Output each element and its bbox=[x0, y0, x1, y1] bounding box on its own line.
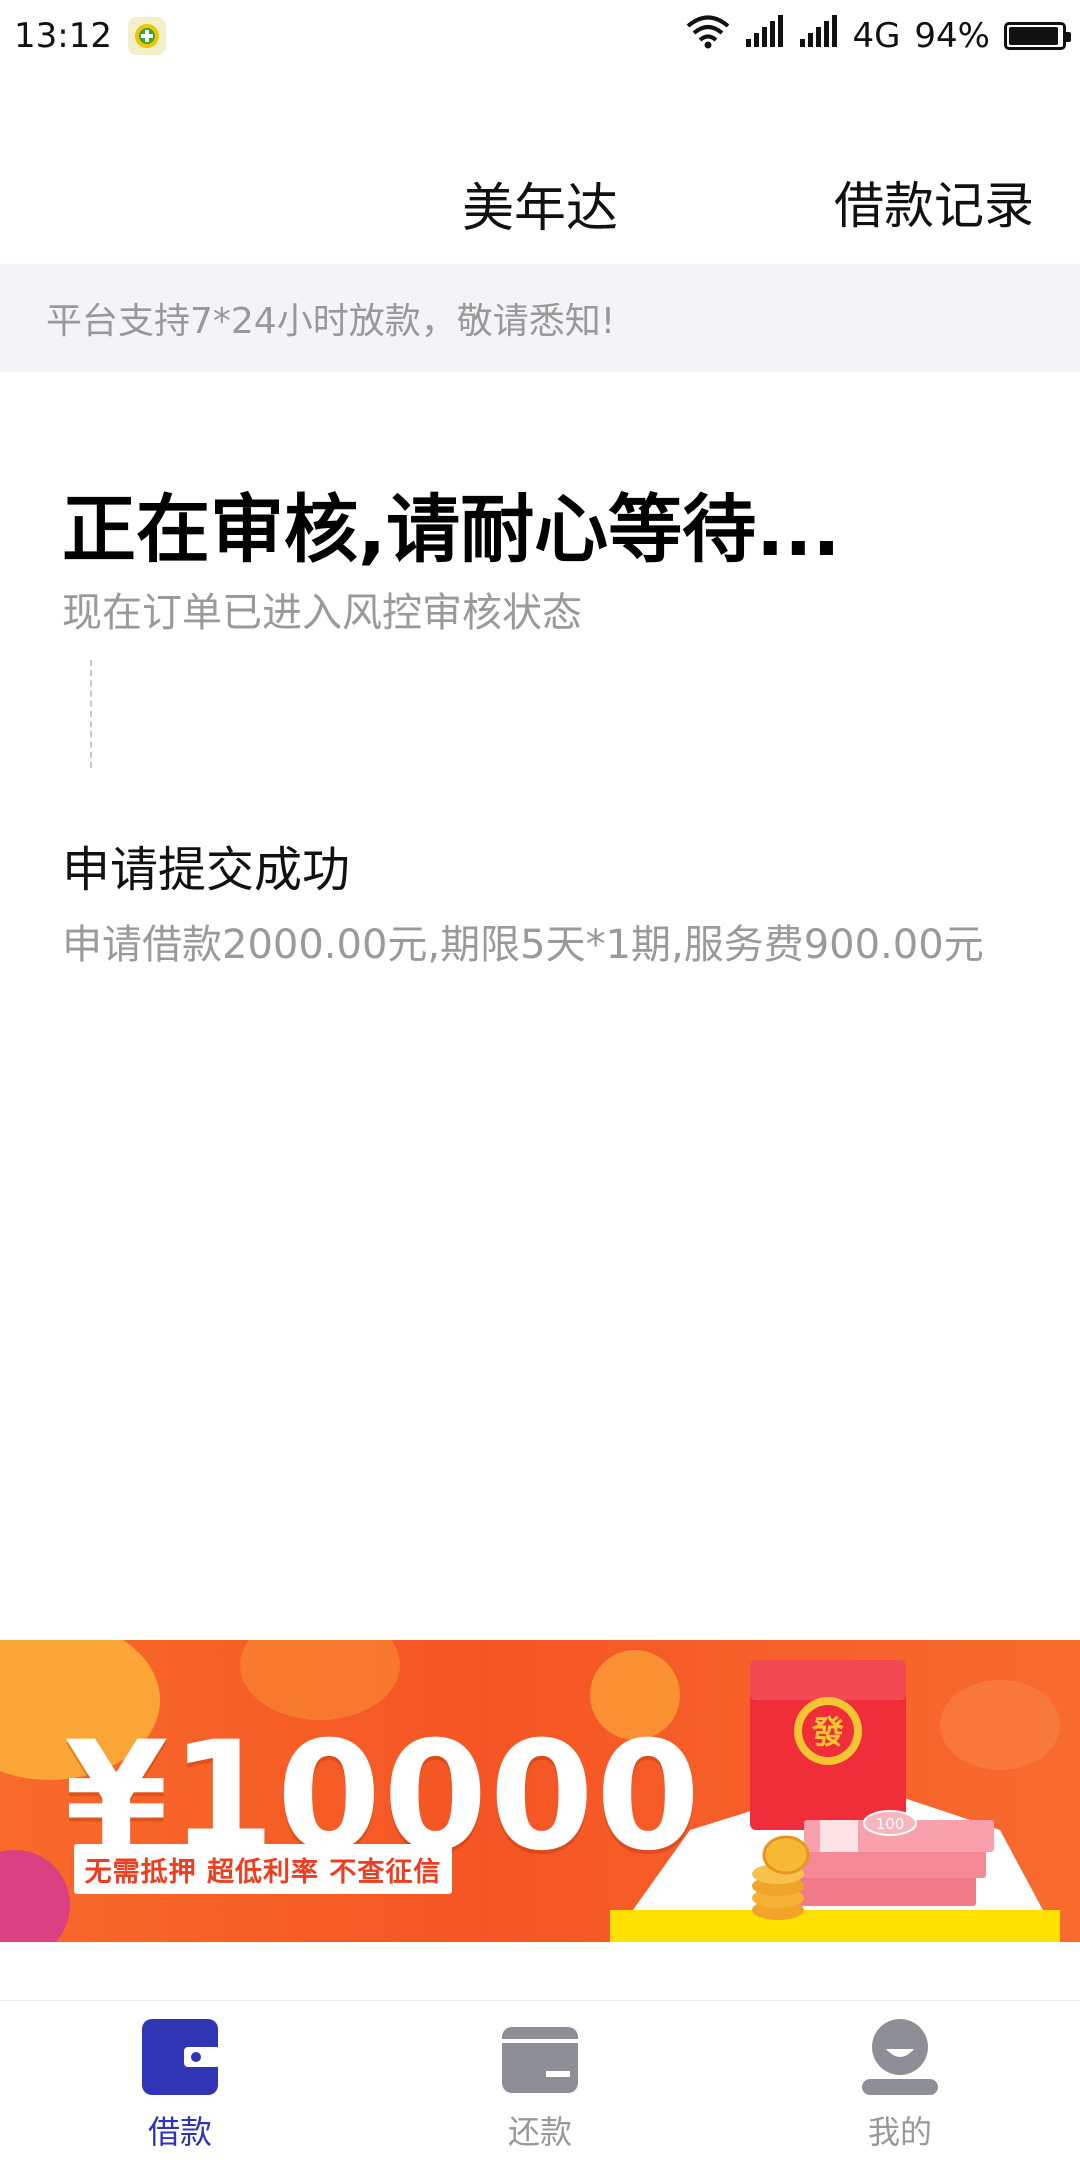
card-icon bbox=[500, 2017, 580, 2097]
notice-text: 平台支持7*24小时放款，敬请悉知! bbox=[46, 301, 616, 342]
step-description: 申请借款2000.00元,期限5天*1期,服务费900.00元 bbox=[62, 922, 984, 968]
user-icon bbox=[860, 2017, 940, 2097]
tab-label: 我的 bbox=[867, 2113, 932, 2151]
wallet-icon bbox=[140, 2017, 220, 2097]
banner-blob bbox=[0, 1850, 70, 1942]
battery-percent: 94% bbox=[914, 16, 990, 56]
notification-app-icon bbox=[127, 17, 166, 55]
tab-label: 还款 bbox=[507, 2113, 572, 2151]
tab-label: 借款 bbox=[147, 2113, 212, 2151]
status-time: 13:12 bbox=[14, 16, 112, 56]
promo-banner[interactable]: ¥10000 无需抵押 超低利率 不查征信 發 100 bbox=[0, 1640, 1080, 1942]
loan-records-link[interactable]: 借款记录 bbox=[834, 166, 1034, 238]
signal-icon bbox=[798, 14, 838, 58]
banner-blob bbox=[240, 1640, 400, 1720]
page: 13:12 4G 94% 美年达 借款记录 平台支持7*24小时放款，敬请悉知!… bbox=[0, 0, 1080, 2160]
review-status-subtitle: 现在订单已进入风控审核状态 bbox=[62, 590, 582, 636]
network-type: 4G bbox=[852, 16, 901, 56]
status-bar: 13:12 4G 94% bbox=[0, 0, 1080, 72]
status-left: 13:12 bbox=[14, 16, 166, 56]
bottom-tab-bar: 借款 还款 我的 bbox=[0, 2000, 1080, 2160]
signal-icon bbox=[744, 14, 784, 58]
battery-icon bbox=[1004, 22, 1071, 50]
tab-repay[interactable]: 还款 bbox=[440, 2001, 640, 2160]
header: 美年达 借款记录 bbox=[0, 130, 1080, 250]
tab-mine[interactable]: 我的 bbox=[800, 2001, 1000, 2160]
wifi-icon bbox=[686, 15, 730, 58]
envelope-character: 發 bbox=[811, 1713, 844, 1751]
status-right: 4G 94% bbox=[686, 14, 1071, 58]
tab-borrow[interactable]: 借款 bbox=[80, 2001, 280, 2160]
step-title: 申请提交成功 bbox=[62, 842, 351, 898]
review-status-title: 正在审核,请耐心等待... bbox=[62, 487, 841, 573]
banknote-value: 100 bbox=[876, 1815, 905, 1833]
timeline-connector bbox=[90, 660, 92, 768]
battery-fill bbox=[1009, 27, 1058, 45]
red-envelope-illustration: 發 100 bbox=[610, 1660, 1060, 1942]
banner-tagline: 无需抵押 超低利率 不查征信 bbox=[74, 1844, 452, 1894]
notice-bar: 平台支持7*24小时放款，敬请悉知! bbox=[0, 264, 1080, 372]
